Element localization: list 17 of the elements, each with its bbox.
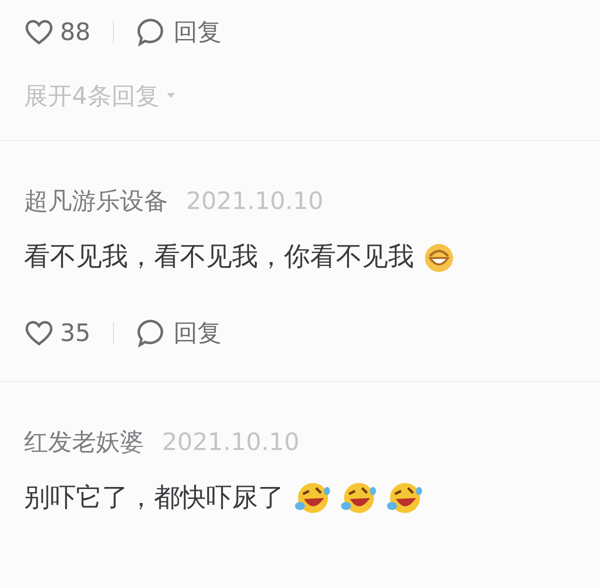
laughing-face-icon (386, 482, 422, 516)
laughing-face-icon (340, 482, 376, 516)
laughing-face-icon (294, 482, 330, 516)
username[interactable]: 超凡游乐设备 (24, 183, 168, 219)
comment-text: 看不见我，看不见我，你看不见我 (24, 241, 414, 274)
caret-icon (167, 93, 176, 99)
heart-icon[interactable] (24, 318, 54, 347)
like-count: 88 (60, 17, 91, 48)
username[interactable]: 红发老妖婆 (24, 424, 144, 460)
heart-icon[interactable] (24, 18, 54, 46)
reply-link[interactable]: 回复 (174, 314, 222, 351)
comment-icon[interactable] (136, 318, 166, 348)
comment-icon[interactable] (136, 17, 166, 47)
grin-face-icon (424, 242, 454, 273)
reply-link[interactable]: 回复 (174, 14, 222, 50)
like-count: 35 (60, 318, 91, 349)
comment-text: 别吓它了，都快吓尿了 (24, 482, 284, 515)
